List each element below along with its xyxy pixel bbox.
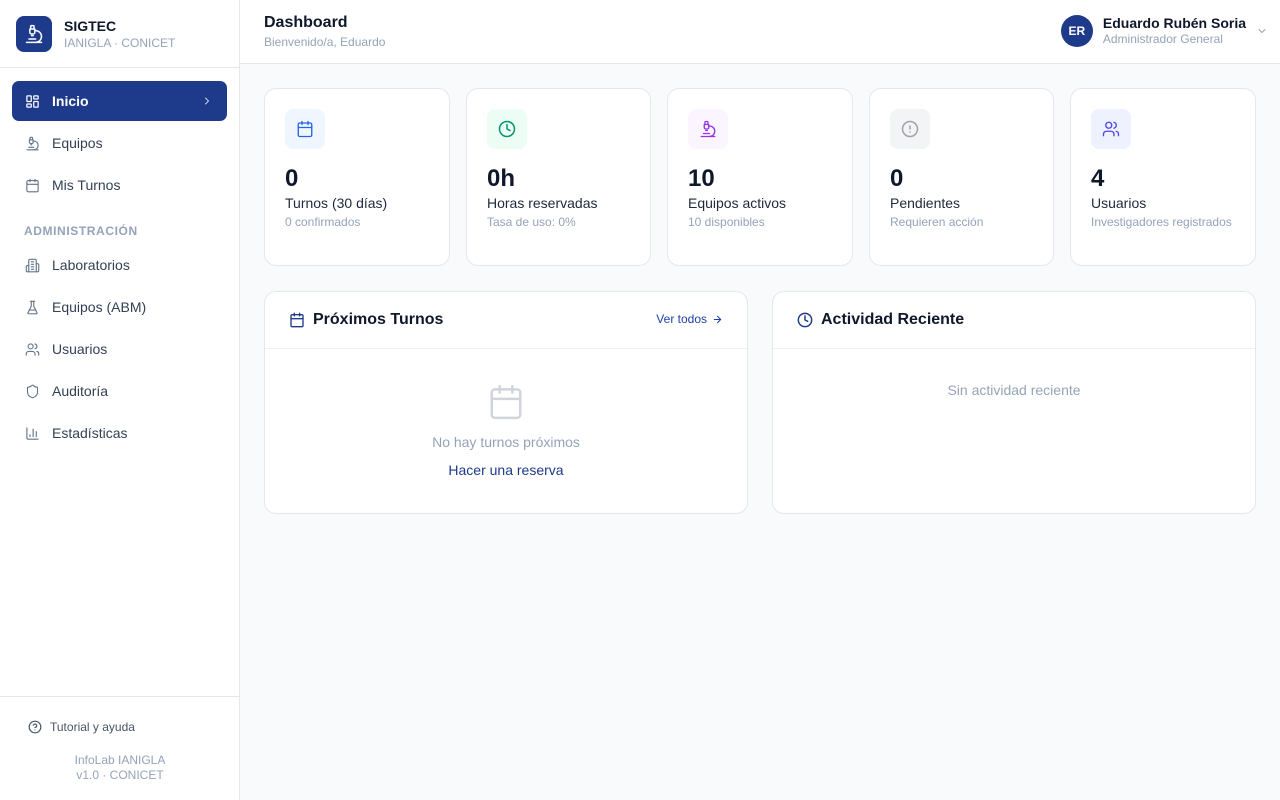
stat-label: Pendientes <box>890 195 961 211</box>
app-subtitle: IANIGLA · CONICET <box>64 36 176 50</box>
stat-card-equipos: 10 Equipos activos 10 disponibles <box>667 88 853 266</box>
arrow-right-icon <box>713 315 722 323</box>
users-icon <box>24 341 40 357</box>
stat-label: Turnos (30 días) <box>285 195 388 211</box>
avatar: ER <box>1060 15 1093 47</box>
make-reservation-link[interactable]: Hacer una reserva <box>265 462 747 478</box>
stat-sub: 0 confirmados <box>285 215 361 229</box>
stat-value: 4 <box>1091 165 1105 192</box>
sidebar-item-estadisticas[interactable]: Estadísticas <box>12 413 227 453</box>
app-name: SIGTEC <box>64 18 117 34</box>
empty-state-text: No hay turnos próximos <box>432 434 580 450</box>
clock-icon <box>487 109 527 149</box>
page-subtitle: Bienvenido/a, Eduardo <box>264 35 386 49</box>
building-icon <box>24 257 40 273</box>
help-circle-icon <box>28 720 42 734</box>
stat-value: 0 <box>285 165 299 192</box>
stat-label: Equipos activos <box>688 195 787 211</box>
page-title: Dashboard <box>264 14 348 31</box>
stat-card-usuarios: 4 Usuarios Investigadores registrados <box>1070 88 1256 266</box>
chevron-down-icon <box>1258 29 1266 33</box>
divider <box>0 696 239 697</box>
sidebar-item-label: Inicio <box>52 93 89 109</box>
sidebar-item-label: Estadísticas <box>52 425 128 441</box>
footer-version: v1.0 · CONICET <box>76 768 164 782</box>
upcoming-bookings-panel: Próximos Turnos Ver todos No hay turnos … <box>264 291 748 514</box>
panel-title: Próximos Turnos <box>313 311 444 328</box>
alert-circle-icon <box>890 109 930 149</box>
panel-header: Próximos Turnos Ver todos <box>265 292 747 349</box>
stat-value: 10 <box>688 165 715 192</box>
sidebar-item-inicio[interactable]: Inicio <box>12 81 227 121</box>
sidebar-item-laboratorios[interactable]: Laboratorios <box>12 245 227 285</box>
empty-state-text: Sin actividad reciente <box>947 382 1081 398</box>
calendar-icon <box>290 312 304 328</box>
user-role: Administrador General <box>1102 32 1223 46</box>
sidebar: SIGTEC IANIGLA · CONICET Inicio Equipos … <box>0 0 240 800</box>
sidebar-item-label: Usuarios <box>52 341 108 357</box>
sidebar-item-equipos[interactable]: Equipos <box>12 123 227 163</box>
stat-card-pendientes: 0 Pendientes Requieren acción <box>869 88 1054 266</box>
brand[interactable]: SIGTEC IANIGLA · CONICET <box>16 16 175 52</box>
admin-section-label: ADMINISTRACIÓN <box>24 224 138 238</box>
stat-value: 0h <box>487 165 516 192</box>
calendar-icon <box>490 384 522 420</box>
sidebar-item-equipos-abm[interactable]: Equipos (ABM) <box>12 287 227 327</box>
user-name: Eduardo Rubén Soria <box>1102 15 1246 31</box>
recent-activity-panel: Actividad Reciente Sin actividad recient… <box>772 291 1256 514</box>
dashboard-grid-icon <box>24 93 40 109</box>
users-icon <box>1091 109 1131 149</box>
sidebar-item-label: Mis Turnos <box>52 177 121 193</box>
chevron-right-icon <box>205 97 209 105</box>
shield-icon <box>24 383 40 399</box>
stat-sub: Investigadores registrados <box>1091 215 1232 229</box>
sidebar-item-auditoria[interactable]: Auditoría <box>12 371 227 411</box>
microscope-icon <box>16 16 52 52</box>
stat-sub: Requieren acción <box>890 215 984 229</box>
footer-org: InfoLab IANIGLA <box>74 753 166 767</box>
user-menu[interactable]: ER Eduardo Rubén Soria Administrador Gen… <box>1060 15 1266 47</box>
stat-value: 0 <box>890 165 904 192</box>
microscope-icon <box>688 109 728 149</box>
microscope-icon <box>24 135 40 151</box>
calendar-icon <box>24 177 40 193</box>
stat-card-turnos: 0 Turnos (30 días) 0 confirmados <box>264 88 450 266</box>
sidebar-item-mis-turnos[interactable]: Mis Turnos <box>12 165 227 205</box>
calendar-icon <box>285 109 325 149</box>
bar-chart-icon <box>24 425 40 441</box>
sidebar-item-label: Auditoría <box>52 383 109 399</box>
panel-header: Actividad Reciente <box>773 292 1255 349</box>
help-label: Tutorial y ayuda <box>50 720 135 734</box>
stat-sub: 10 disponibles <box>688 215 765 229</box>
stat-label: Horas reservadas <box>487 195 598 211</box>
sidebar-item-label: Equipos <box>52 135 103 151</box>
view-all-label: Ver todos <box>656 312 707 326</box>
sidebar-item-label: Equipos (ABM) <box>52 299 147 315</box>
view-all-link[interactable]: Ver todos <box>656 312 723 326</box>
sidebar-item-usuarios[interactable]: Usuarios <box>12 329 227 369</box>
stat-sub: Tasa de uso: 0% <box>487 215 576 229</box>
sidebar-item-label: Laboratorios <box>52 257 130 273</box>
top-header: Dashboard Bienvenido/a, Eduardo ER Eduar… <box>240 0 1280 64</box>
divider <box>0 67 239 68</box>
stat-label: Usuarios <box>1091 195 1147 211</box>
flask-icon <box>24 299 40 315</box>
clock-icon <box>797 312 813 328</box>
help-link[interactable]: Tutorial y ayuda <box>28 720 135 734</box>
panel-title: Actividad Reciente <box>821 311 965 328</box>
stat-card-horas: 0h Horas reservadas Tasa de uso: 0% <box>466 88 651 266</box>
